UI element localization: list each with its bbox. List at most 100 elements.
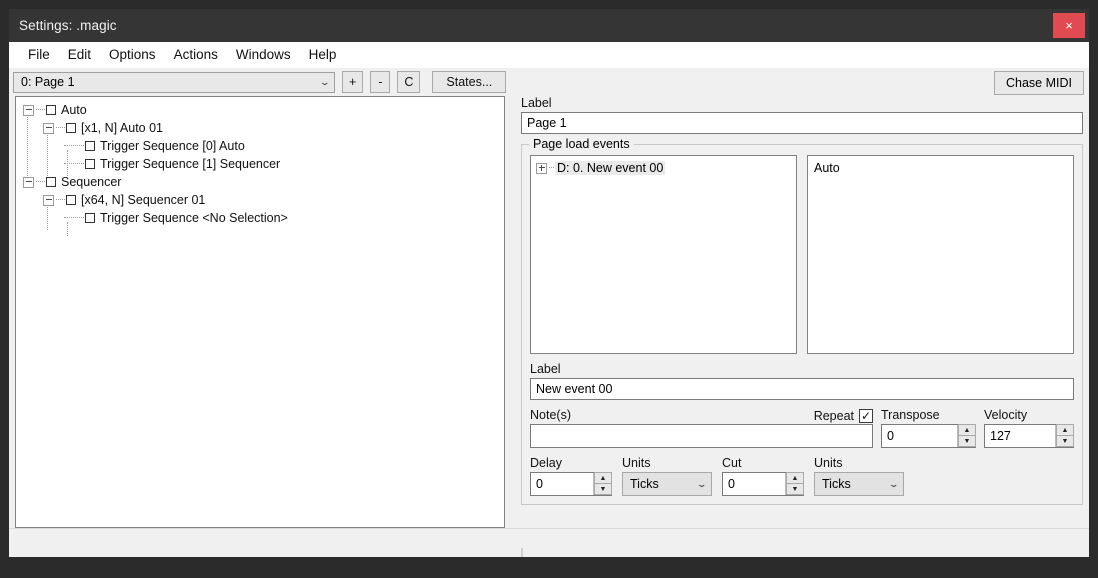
cut-units-select[interactable]: Ticks ⌄ bbox=[814, 472, 904, 496]
tree-connector bbox=[64, 163, 84, 165]
event-label-input[interactable]: New event 00 bbox=[530, 378, 1074, 400]
expander-icon[interactable] bbox=[23, 105, 34, 116]
page-selector-value: 0: Page 1 bbox=[21, 75, 75, 89]
repeat-caption: Repeat bbox=[814, 409, 854, 423]
tree-checkbox[interactable] bbox=[46, 177, 56, 187]
tree-checkbox[interactable] bbox=[85, 213, 95, 223]
delay-arrows[interactable]: ▲ ▼ bbox=[593, 473, 611, 495]
menu-bar: File Edit Options Actions Windows Help bbox=[9, 42, 1089, 68]
spin-down-icon[interactable]: ▼ bbox=[594, 483, 612, 495]
menu-item-file[interactable]: File bbox=[19, 45, 59, 64]
list-item-label: D: 0. New event 00 bbox=[555, 161, 665, 175]
tree-connector bbox=[56, 127, 65, 129]
tree-connector bbox=[549, 167, 554, 169]
tree-row-label: Trigger Sequence <No Selection> bbox=[100, 211, 288, 225]
cut-value[interactable]: 0 bbox=[723, 473, 785, 495]
tree-row[interactable]: Trigger Sequence [0] Auto bbox=[16, 137, 504, 155]
tree-row[interactable]: [x64, N] Sequencer 01 bbox=[16, 191, 504, 209]
cut-units-value: Ticks bbox=[822, 477, 851, 491]
repeat-checkbox[interactable]: ✓ bbox=[859, 409, 873, 423]
menu-item-windows[interactable]: Windows bbox=[227, 45, 300, 64]
spin-down-icon[interactable]: ▼ bbox=[958, 435, 976, 447]
list-item-label: Auto bbox=[814, 161, 840, 175]
spin-down-icon[interactable]: ▼ bbox=[786, 483, 804, 495]
menu-item-options[interactable]: Options bbox=[100, 45, 165, 64]
states-button[interactable]: States... bbox=[432, 71, 506, 93]
tree-checkbox[interactable] bbox=[66, 123, 76, 133]
close-icon[interactable]: × bbox=[1053, 13, 1085, 38]
page-properties-panel: Label Page 1 Page load events D: 0. New … bbox=[521, 96, 1083, 505]
menu-item-edit[interactable]: Edit bbox=[59, 45, 100, 64]
tree-row[interactable]: [x1, N] Auto 01 bbox=[16, 119, 504, 137]
chevron-down-icon: ⌄ bbox=[889, 480, 900, 489]
event-targets-list[interactable]: Auto bbox=[807, 155, 1074, 354]
tree-checkbox[interactable] bbox=[85, 159, 95, 169]
page-load-events-group: Page load events D: 0. New event 00 Auto bbox=[521, 144, 1083, 505]
remove-page-button[interactable]: - bbox=[370, 71, 390, 93]
delay-units-caption: Units bbox=[622, 456, 712, 470]
status-divider bbox=[521, 548, 523, 557]
cut-stepper[interactable]: 0 ▲ ▼ bbox=[722, 472, 804, 496]
list-item[interactable]: D: 0. New event 00 bbox=[531, 160, 796, 176]
list-item[interactable]: Auto bbox=[808, 160, 1073, 176]
tree-checkbox[interactable] bbox=[66, 195, 76, 205]
expander-icon[interactable] bbox=[536, 163, 547, 174]
tree-checkbox[interactable] bbox=[85, 141, 95, 151]
cut-units-caption: Units bbox=[814, 456, 904, 470]
window-title: Settings: .magic bbox=[9, 18, 117, 33]
tree-row[interactable]: Trigger Sequence <No Selection> bbox=[16, 209, 504, 227]
checkmark-icon: ✓ bbox=[861, 410, 871, 422]
tree-row[interactable]: Sequencer bbox=[16, 173, 504, 191]
spin-down-icon[interactable]: ▼ bbox=[1056, 435, 1074, 447]
menu-item-help[interactable]: Help bbox=[300, 45, 346, 64]
velocity-stepper[interactable]: 127 ▲ ▼ bbox=[984, 424, 1074, 448]
transpose-value[interactable]: 0 bbox=[882, 425, 957, 447]
tree-row-label: [x64, N] Sequencer 01 bbox=[81, 193, 205, 207]
title-bar: Settings: .magic × bbox=[9, 9, 1089, 42]
delay-value[interactable]: 0 bbox=[531, 473, 593, 495]
transpose-stepper[interactable]: 0 ▲ ▼ bbox=[881, 424, 976, 448]
delay-caption: Delay bbox=[530, 456, 612, 470]
menu-item-actions[interactable]: Actions bbox=[165, 45, 227, 64]
notes-input[interactable] bbox=[530, 424, 873, 448]
settings-window: Settings: .magic × File Edit Options Act… bbox=[9, 9, 1089, 557]
events-list[interactable]: D: 0. New event 00 bbox=[530, 155, 797, 354]
expander-icon[interactable] bbox=[23, 177, 34, 188]
page-label-caption: Label bbox=[521, 96, 1083, 110]
tree-row-label: Sequencer bbox=[61, 175, 121, 189]
velocity-caption: Velocity bbox=[984, 408, 1074, 422]
tree-row-label: Trigger Sequence [0] Auto bbox=[100, 139, 245, 153]
tree-row[interactable]: Trigger Sequence [1] Sequencer bbox=[16, 155, 504, 173]
tree-connector bbox=[36, 181, 45, 183]
delay-units-select[interactable]: Ticks ⌄ bbox=[622, 472, 712, 496]
toolbar: 0: Page 1 ⌄ + - C States... Chase MIDI bbox=[9, 68, 1089, 96]
add-page-button[interactable]: + bbox=[342, 71, 363, 93]
transpose-arrows[interactable]: ▲ ▼ bbox=[957, 425, 975, 447]
expander-icon[interactable] bbox=[43, 195, 54, 206]
events-row: D: 0. New event 00 Auto bbox=[530, 155, 1074, 354]
content-area: Auto [x1, N] Auto 01 Trigger Sequence [0… bbox=[9, 96, 1089, 528]
velocity-arrows[interactable]: ▲ ▼ bbox=[1055, 425, 1073, 447]
device-tree[interactable]: Auto [x1, N] Auto 01 Trigger Sequence [0… bbox=[15, 96, 505, 528]
cut-arrows[interactable]: ▲ ▼ bbox=[785, 473, 803, 495]
cut-caption: Cut bbox=[722, 456, 804, 470]
page-load-events-title: Page load events bbox=[529, 137, 634, 151]
chevron-down-icon: ⌄ bbox=[320, 78, 331, 87]
tree-row[interactable]: Auto bbox=[16, 101, 504, 119]
tree-row-label: Auto bbox=[61, 103, 87, 117]
delay-stepper[interactable]: 0 ▲ ▼ bbox=[530, 472, 612, 496]
event-label-caption: Label bbox=[530, 362, 1074, 376]
tree-connector bbox=[36, 109, 45, 111]
tree-row-label: [x1, N] Auto 01 bbox=[81, 121, 163, 135]
chase-midi-button[interactable]: Chase MIDI bbox=[994, 71, 1084, 95]
copy-page-button[interactable]: C bbox=[397, 71, 420, 93]
velocity-value[interactable]: 127 bbox=[985, 425, 1055, 447]
status-bar bbox=[9, 528, 1089, 557]
tree-connector bbox=[64, 217, 84, 219]
page-label-input[interactable]: Page 1 bbox=[521, 112, 1083, 134]
chevron-down-icon: ⌄ bbox=[697, 480, 708, 489]
tree-connector bbox=[64, 145, 84, 147]
tree-checkbox[interactable] bbox=[46, 105, 56, 115]
page-selector[interactable]: 0: Page 1 ⌄ bbox=[13, 72, 335, 93]
expander-icon[interactable] bbox=[43, 123, 54, 134]
